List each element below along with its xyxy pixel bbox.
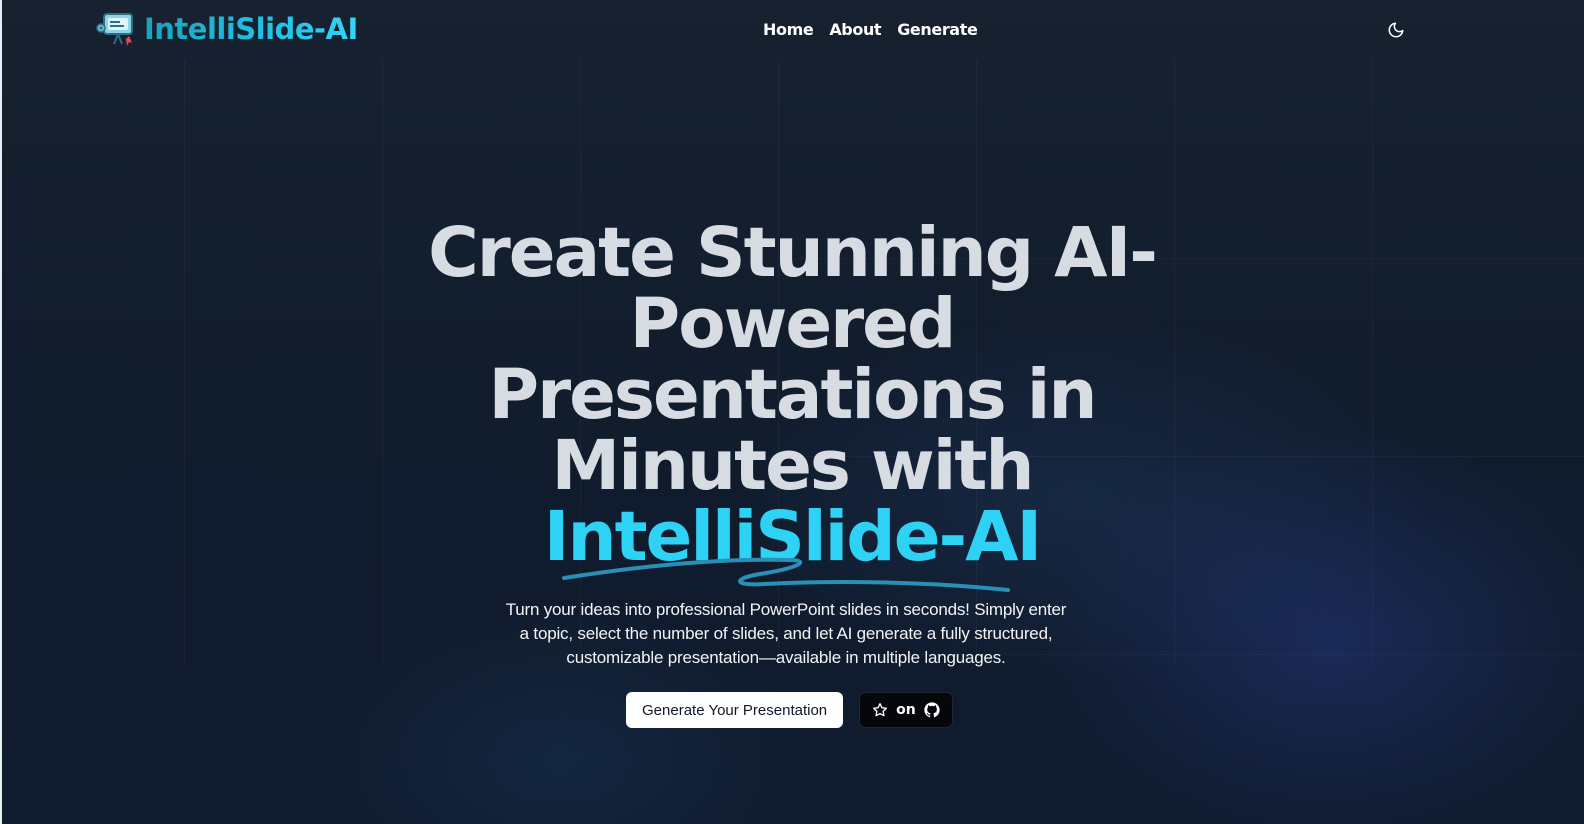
github-icon <box>924 702 940 718</box>
hero-description: Turn your ideas into professional PowerP… <box>505 600 1067 667</box>
main-nav: Home About Generate <box>763 20 978 39</box>
logo[interactable]: IntelliSlide-AI <box>96 10 358 48</box>
presentation-robot-icon <box>96 10 138 48</box>
hero-title-line: Minutes with <box>551 426 1035 506</box>
hero-title-line: Powered <box>629 284 957 364</box>
logo-text: IntelliSlide-AI <box>144 12 358 46</box>
window-edge <box>0 0 2 824</box>
site-header: IntelliSlide-AI Home About Generate <box>0 0 1584 60</box>
star-icon <box>873 703 888 717</box>
generate-presentation-button[interactable]: Generate Your Presentation <box>626 692 844 728</box>
theme-toggle-button[interactable] <box>1387 21 1405 39</box>
nav-home[interactable]: Home <box>763 20 814 39</box>
moon-icon <box>1388 22 1404 38</box>
landing-page: IntelliSlide-AI Home About Generate Crea… <box>0 0 1584 824</box>
nav-about[interactable]: About <box>829 20 881 39</box>
hero-title: Create Stunning AI- Powered Presentation… <box>392 218 1192 573</box>
github-star-button[interactable]: on <box>859 692 953 728</box>
cta-row: Generate Your Presentation on <box>626 692 953 728</box>
nav-generate[interactable]: Generate <box>897 20 978 39</box>
hero-title-line: Create Stunning AI- <box>428 213 1158 293</box>
hero-title-line: Presentations in <box>488 355 1098 435</box>
github-button-label: on <box>896 702 916 718</box>
brand-underline-swoosh <box>562 557 1010 592</box>
